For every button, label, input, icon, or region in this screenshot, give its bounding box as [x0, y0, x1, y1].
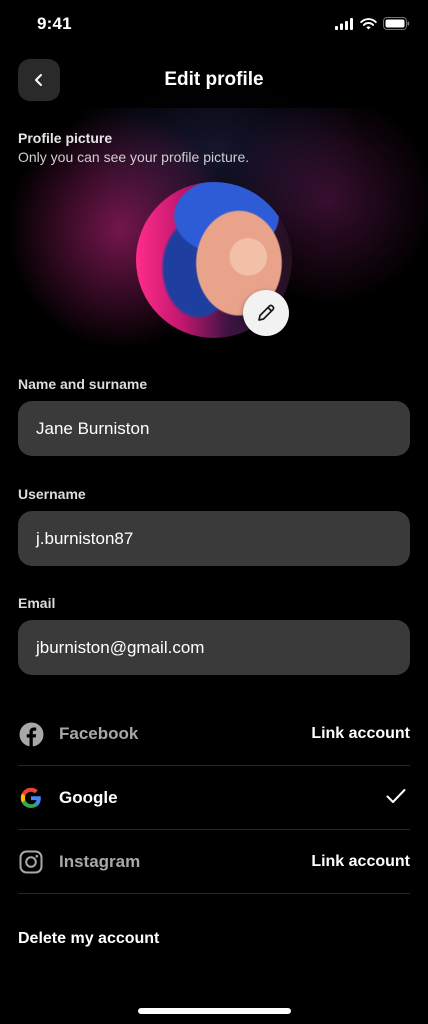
link-account-button[interactable]: Link account	[311, 853, 410, 871]
name-label: Name and surname	[18, 376, 148, 392]
email-label: Email	[18, 595, 56, 611]
divider	[18, 893, 410, 894]
linked-account-name: Facebook	[59, 724, 139, 743]
wifi-icon	[360, 17, 377, 29]
username-field-value: j.burniston87	[36, 528, 134, 548]
page-title: Edit profile	[164, 69, 264, 90]
cellular-signal-icon	[335, 17, 353, 30]
email-field-value: jburniston@gmail.com	[36, 637, 205, 657]
name-field[interactable]: Jane Burniston	[18, 401, 410, 456]
battery-icon	[383, 17, 410, 30]
linked-status	[386, 788, 406, 809]
linked-account-name: Google	[59, 788, 118, 807]
google-icon	[18, 785, 44, 811]
name-field-value: Jane Burniston	[36, 418, 150, 438]
checkmark-icon	[386, 788, 406, 803]
edit-avatar-button[interactable]	[243, 290, 289, 336]
linked-account-name: Instagram	[59, 852, 141, 871]
email-field[interactable]: jburniston@gmail.com	[18, 620, 410, 675]
profile-picture-subtitle: Only you can see your profile picture.	[18, 149, 250, 165]
edit-profile-screen: 9:41 Edit profile Profile picture Only y…	[0, 0, 428, 1024]
profile-picture-title: Profile picture	[18, 130, 113, 146]
home-indicator	[138, 1008, 291, 1014]
status-icons	[335, 17, 410, 30]
username-field[interactable]: j.burniston87	[18, 511, 410, 566]
status-time: 9:41	[37, 14, 72, 33]
status-bar: 9:41	[0, 0, 428, 50]
instagram-icon	[18, 849, 44, 875]
username-label: Username	[18, 486, 86, 502]
linked-account-facebook: Facebook Link account	[18, 702, 410, 766]
link-account-button[interactable]: Link account	[311, 725, 410, 743]
header: Edit profile	[0, 52, 428, 108]
facebook-icon	[18, 721, 44, 747]
linked-account-instagram: Instagram Link account	[18, 830, 410, 894]
delete-account-button[interactable]: Delete my account	[18, 930, 159, 948]
pencil-icon	[258, 304, 275, 321]
linked-account-google: Google	[18, 766, 410, 830]
